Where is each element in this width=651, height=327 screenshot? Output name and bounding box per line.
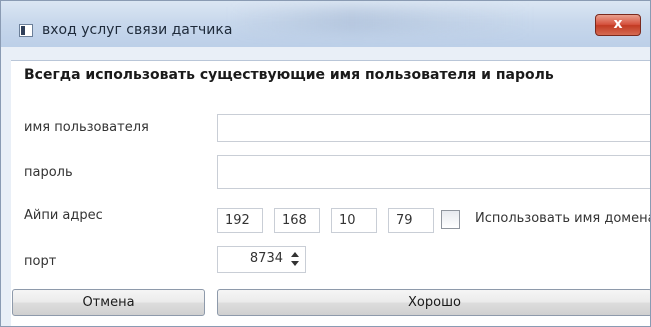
use-domain-name-checkbox[interactable] bbox=[441, 210, 460, 229]
ip-octet-2-input[interactable]: 168 bbox=[274, 208, 320, 233]
ok-button[interactable]: Хорошо bbox=[217, 289, 650, 316]
close-button[interactable]: x bbox=[595, 14, 641, 36]
password-label: пароль bbox=[24, 165, 73, 180]
port-spinbox[interactable]: 8734 bbox=[217, 246, 306, 273]
dialog-window: вход услуг связи датчика x Всегда исполь… bbox=[0, 0, 651, 327]
use-domain-name-label[interactable]: Использовать имя домена bbox=[475, 211, 650, 226]
ip-octet-3-input[interactable]: 10 bbox=[331, 208, 377, 233]
window-title: вход услуг связи датчика bbox=[42, 22, 233, 38]
port-value[interactable]: 8734 bbox=[250, 251, 283, 266]
spin-down-icon[interactable] bbox=[291, 261, 299, 266]
password-input[interactable] bbox=[217, 155, 650, 189]
app-icon bbox=[19, 24, 33, 37]
port-spinner[interactable] bbox=[290, 250, 300, 269]
ip-octet-1-input[interactable]: 192 bbox=[217, 208, 263, 233]
use-existing-credentials-heading: Всегда использовать существующие имя пол… bbox=[24, 67, 554, 83]
cancel-button[interactable]: Отмена bbox=[12, 289, 205, 316]
ip-address-label: Айпи адрес bbox=[24, 208, 103, 223]
dialog-content bbox=[11, 60, 650, 326]
port-label: порт bbox=[24, 254, 57, 269]
username-input[interactable] bbox=[217, 114, 650, 142]
spin-up-icon[interactable] bbox=[291, 252, 299, 257]
username-label: имя пользователя bbox=[24, 120, 149, 135]
title-bar[interactable]: вход услуг связи датчика x bbox=[1, 1, 650, 47]
ip-octet-4-input[interactable]: 79 bbox=[388, 208, 434, 233]
